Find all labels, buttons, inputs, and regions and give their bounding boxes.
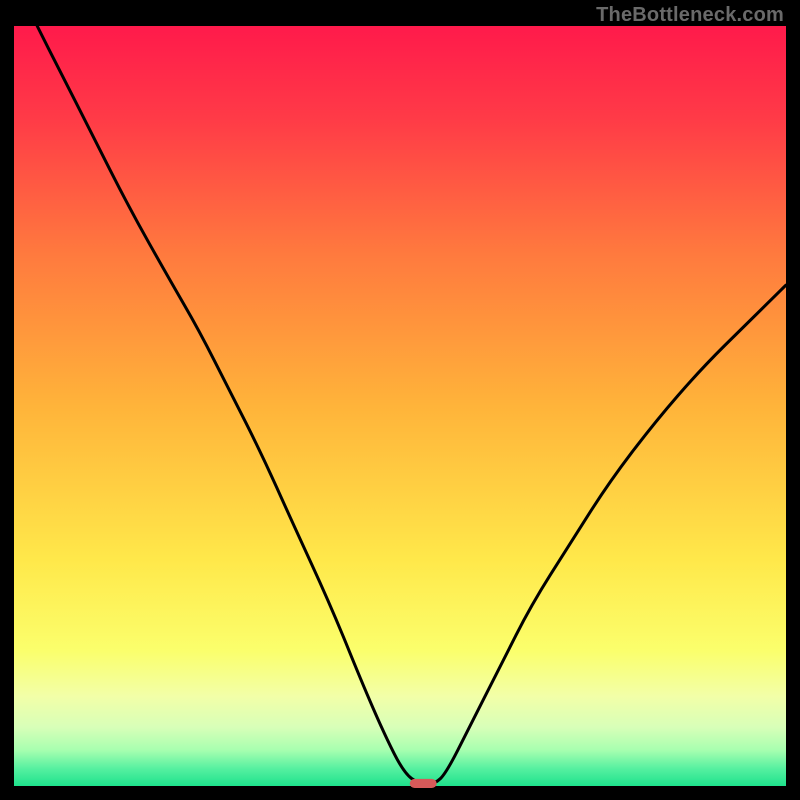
bottleneck-chart bbox=[0, 0, 800, 800]
chart-container: TheBottleneck.com bbox=[0, 0, 800, 800]
plot-background bbox=[14, 26, 786, 788]
watermark-text: TheBottleneck.com bbox=[596, 4, 784, 27]
optimal-marker bbox=[410, 779, 437, 788]
